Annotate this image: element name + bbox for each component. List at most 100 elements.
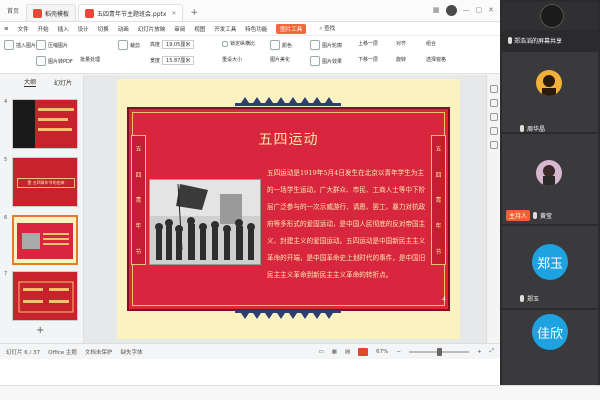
meeting-participants-panel: 郑浩滔的屏幕共享 周华晶 主持人 黄莹 郑玉 郑玉 佳欣 xyxy=(500,0,600,385)
tab-home[interactable]: 首页 xyxy=(0,0,26,21)
menu-animations[interactable]: 动画 xyxy=(118,25,129,33)
participant-tile[interactable]: 周华晶 xyxy=(502,52,598,133)
crop-icon xyxy=(118,40,128,50)
maximize-icon[interactable]: ▢ xyxy=(476,6,483,14)
to-pdf-button[interactable]: 图片转PDF xyxy=(36,56,73,66)
zoom-level[interactable]: 67% xyxy=(376,349,388,355)
combine-label: 组合 xyxy=(426,41,437,47)
slide-thumbnail-selected[interactable]: 6 xyxy=(4,215,80,267)
menu-file[interactable]: 文件 xyxy=(18,25,29,33)
new-tab-button[interactable]: + xyxy=(185,4,203,21)
thumb-number: 7 xyxy=(4,271,8,277)
reset-size-button[interactable]: 重设大小 xyxy=(222,56,242,63)
menu-insert[interactable]: 插入 xyxy=(58,25,69,33)
thumb-title: 壹 五四青年节的由来 xyxy=(17,178,75,188)
menu-picture-tools[interactable]: 图片工具 xyxy=(276,23,307,34)
slide[interactable]: 五 四 青 年 节 五 四 青 年 节 五四运动 五四运动是1919年5月4日发… xyxy=(117,79,460,339)
zoom-in-icon[interactable]: + xyxy=(477,349,482,355)
tab-docer-templates[interactable]: 稻壳模板 xyxy=(26,4,77,21)
minimize-icon[interactable]: — xyxy=(463,6,470,14)
tab-slides[interactable]: 幻灯片 xyxy=(54,78,72,87)
height-field[interactable]: 高度 19.05厘米 xyxy=(150,40,195,49)
missing-font-status[interactable]: 缺失字体 xyxy=(120,348,142,356)
height-input[interactable]: 19.05厘米 xyxy=(162,40,195,49)
width-field[interactable]: 宽度 15.87厘米 xyxy=(150,56,195,65)
mic-icon xyxy=(533,212,538,219)
crop-button[interactable]: 裁剪 xyxy=(118,40,140,50)
transform-icon[interactable] xyxy=(489,127,498,135)
tab-presentation[interactable]: 五四青年节主题班会.pptx ✕ xyxy=(78,4,184,21)
user-avatar[interactable] xyxy=(445,4,457,16)
search-button[interactable]: ⌕ 查找 xyxy=(319,24,335,33)
screen-share-indicator[interactable]: 郑浩滔的屏幕共享 xyxy=(500,32,600,48)
select-pane-label: 选择窗格 xyxy=(426,57,447,63)
status-bar: 幻灯片 6 / 37 Office 主题 文档未保护 缺失字体 ▭ ▦ ▤ 67… xyxy=(0,343,500,359)
slides-panel: 大纲 幻灯片 4 5 壹 五四青年节的由来 6 7 + xyxy=(0,75,84,343)
select-pane-button[interactable]: 选择窗格 xyxy=(426,56,446,63)
title-bar: 首页 稻壳模板 五四青年节主题班会.pptx ✕ + ▦ — ▢ ✕ xyxy=(0,0,500,22)
zoom-slider[interactable] xyxy=(408,347,469,356)
thumb-number: 6 xyxy=(4,215,8,221)
zoom-out-icon[interactable]: − xyxy=(396,349,401,355)
color-button[interactable]: 颜色 xyxy=(270,40,292,50)
sorter-view-icon[interactable]: ▦ xyxy=(332,349,337,355)
tab-label: 稻壳模板 xyxy=(45,10,70,18)
compress-button[interactable]: 压缩图片 xyxy=(36,40,68,50)
menu-bar: ≡ 文件 开始 插入 设计 切换 动画 幻灯片放映 审阅 视图 开发工具 特色功… xyxy=(0,22,500,36)
style-icon[interactable] xyxy=(489,99,498,107)
menu-transitions[interactable]: 切换 xyxy=(98,25,109,33)
outline-button[interactable]: 图片轮廓 xyxy=(310,40,342,50)
align-button[interactable]: 对齐 xyxy=(396,40,406,47)
outline-icon xyxy=(310,40,320,50)
properties-icon[interactable] xyxy=(489,85,498,93)
historical-photo[interactable] xyxy=(149,179,261,265)
play-slideshow-button[interactable] xyxy=(358,347,369,356)
slide-thumbnail[interactable]: 5 壹 五四青年节的由来 xyxy=(4,157,80,209)
search-label: 查找 xyxy=(324,26,336,32)
menu-view[interactable]: 视图 xyxy=(194,25,205,33)
fit-window-icon[interactable]: ⤢ xyxy=(490,348,494,355)
tab-outline[interactable]: 大纲 xyxy=(24,77,37,87)
slide-title[interactable]: 五四运动 xyxy=(117,129,460,149)
thumb-image xyxy=(12,271,78,321)
width-input[interactable]: 15.87厘米 xyxy=(162,56,195,65)
participant-tile[interactable]: 佳欣 xyxy=(502,310,598,385)
compress-icon xyxy=(36,40,46,50)
up-button[interactable]: 上移一层 xyxy=(358,40,378,47)
slide-thumbnail[interactable]: 7 xyxy=(4,271,80,323)
animation-icon[interactable] xyxy=(489,113,498,121)
slide-body-text[interactable]: 五四运动是1919年5月4日发生在北京以青年学生为主的一场学生运动，广大群众、市… xyxy=(267,165,430,284)
settings-icon[interactable] xyxy=(489,141,498,149)
screen-share-label: 郑浩滔的屏幕共享 xyxy=(514,37,563,45)
batch-button[interactable]: 批量处理 xyxy=(80,56,100,63)
participant-tile[interactable]: 主持人 黄莹 xyxy=(502,134,598,224)
effects-button[interactable]: 图片效果 xyxy=(310,56,342,66)
menu-design[interactable]: 设计 xyxy=(78,25,89,33)
slide-thumbnail[interactable]: 4 xyxy=(4,99,80,151)
normal-view-icon[interactable]: ▭ xyxy=(319,349,324,355)
close-icon[interactable]: ✕ xyxy=(171,10,176,17)
menu-developer[interactable]: 开发工具 xyxy=(214,25,236,33)
lock-ratio-checkbox[interactable]: 锁定纵横比 xyxy=(222,40,255,47)
reading-view-icon[interactable]: ▤ xyxy=(345,349,350,355)
menu-slideshow[interactable]: 幻灯片放映 xyxy=(138,25,166,33)
document-protect-status[interactable]: 文档未保护 xyxy=(85,348,113,356)
menu-icon[interactable]: ≡ xyxy=(4,26,9,32)
menu-review[interactable]: 审阅 xyxy=(174,25,185,33)
participant-tile[interactable]: 郑玉 郑玉 xyxy=(502,226,598,308)
add-slide-button[interactable]: + xyxy=(36,325,44,336)
color-icon xyxy=(270,40,280,50)
insert-picture-button[interactable]: 插入图片 xyxy=(4,40,36,50)
banner-char: 年 xyxy=(435,223,442,231)
close-window-icon[interactable]: ✕ xyxy=(488,6,494,14)
combine-button[interactable]: 组合 xyxy=(426,40,436,47)
zoom-slider-knob[interactable] xyxy=(436,347,442,356)
down-button[interactable]: 下移一层 xyxy=(358,56,378,63)
menu-home[interactable]: 开始 xyxy=(38,25,49,33)
rotate-button[interactable]: 旋转 xyxy=(396,56,406,63)
rotate-label: 旋转 xyxy=(396,57,407,63)
menu-features[interactable]: 特色功能 xyxy=(245,25,267,33)
beautify-button[interactable]: 图片美化 xyxy=(270,56,290,63)
grid-icon[interactable]: ▦ xyxy=(433,6,440,14)
presenter-tile[interactable] xyxy=(502,2,598,30)
